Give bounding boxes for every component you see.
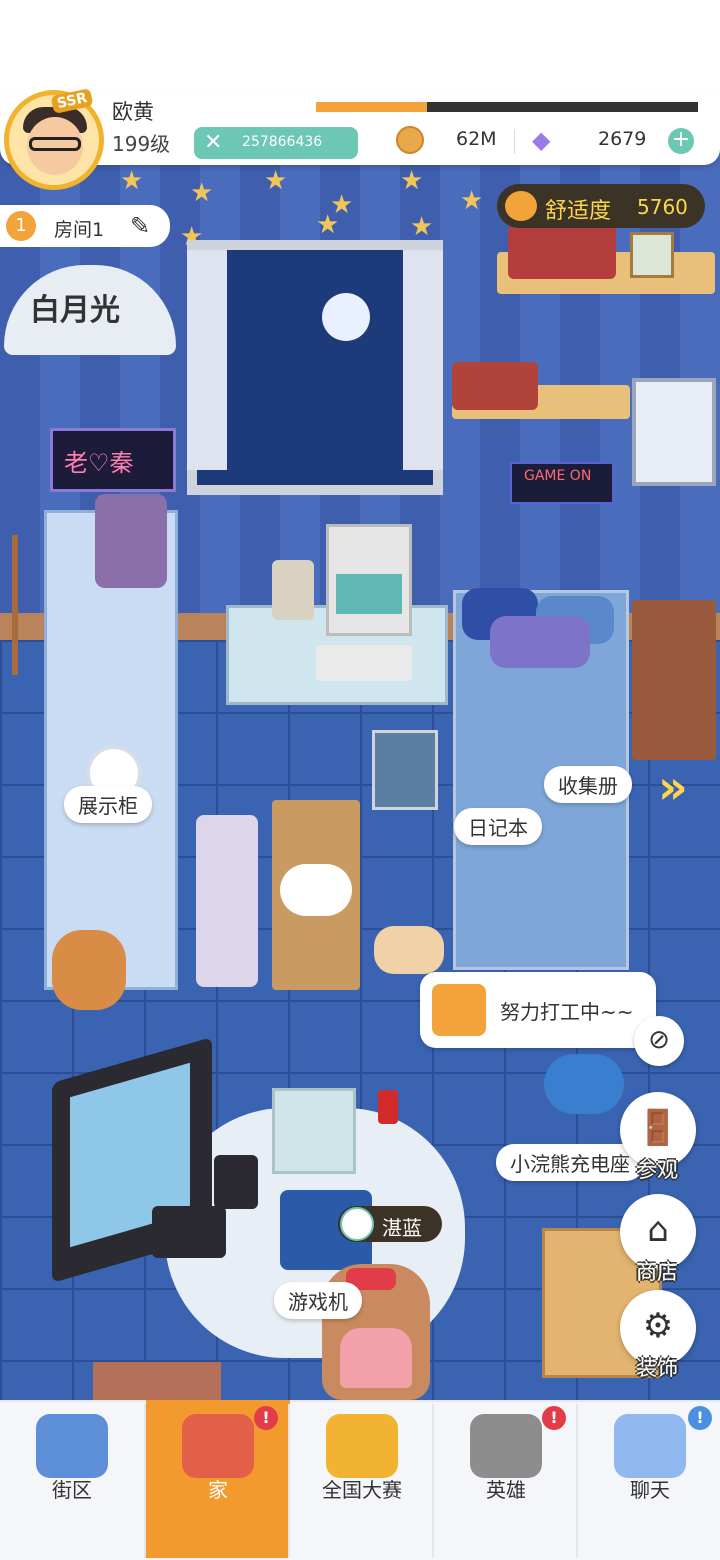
nav-label: 街区	[52, 1478, 92, 1502]
npc-name: 湛蓝	[382, 1216, 422, 1240]
raccoon-dress	[340, 1328, 412, 1388]
edit-icon[interactable]: ✎	[130, 212, 160, 240]
nav-label: 家	[208, 1478, 228, 1502]
hide-eye-icon[interactable]: ⊘	[634, 1016, 684, 1066]
npc-name-chip[interactable]: 湛蓝	[338, 1206, 442, 1242]
comfort-value: 5760	[637, 195, 688, 219]
nav-label: 英雄	[486, 1478, 526, 1502]
boombox[interactable]	[508, 225, 616, 279]
small-photo-frame[interactable]	[630, 232, 674, 278]
neon-sign-text: 老♡秦	[64, 449, 134, 477]
collection-book-label[interactable]: 收集册	[544, 766, 632, 803]
trophy-icon	[326, 1414, 398, 1478]
chat-alert-badge: !	[688, 1406, 712, 1430]
xp-bar-fill	[316, 102, 427, 112]
keyboard	[316, 645, 412, 681]
gem-icon: ◆	[532, 126, 551, 154]
sleeping-cat[interactable]	[280, 864, 352, 916]
game-machine-label[interactable]: 游戏机	[274, 1282, 362, 1319]
luck-icon	[340, 1207, 374, 1241]
work-status-bubble[interactable]: 努力打工中~~	[420, 972, 656, 1048]
arcade-joystick[interactable]	[272, 1088, 356, 1174]
gem-count: 2679	[598, 128, 647, 150]
portrait-frame[interactable]	[632, 378, 716, 486]
coin-count: 62M	[456, 128, 497, 150]
chat-icon	[614, 1414, 686, 1478]
game-console[interactable]	[152, 1206, 226, 1258]
display-cabinet-label[interactable]: 展示柜	[64, 786, 152, 823]
game-on-text: GAME ON	[524, 468, 592, 484]
bear-stool[interactable]	[52, 930, 126, 1010]
divider	[514, 130, 515, 154]
raccoon-charger[interactable]	[544, 1054, 624, 1114]
room-number: 1	[6, 211, 36, 241]
nav-divider	[288, 1404, 290, 1558]
briefcase-icon	[432, 984, 486, 1036]
nav-divider	[432, 1404, 434, 1558]
nav-item-street[interactable]: 街区	[0, 1400, 144, 1558]
star-decoration: ★	[460, 186, 484, 216]
status-bar-area	[0, 0, 720, 95]
nav-item-tournament[interactable]: 全国大赛	[290, 1400, 434, 1558]
gear-icon: ⚙	[642, 1306, 674, 1346]
door-icon: 🚪	[636, 1108, 680, 1148]
signpost-icon	[36, 1414, 108, 1478]
room-selector[interactable]: 1 房间1 ✎	[0, 205, 170, 247]
water-dispenser[interactable]	[196, 815, 258, 987]
heroes-alert-badge: !	[542, 1406, 566, 1430]
computer-screen	[336, 574, 402, 614]
star-decoration: ★	[120, 166, 144, 196]
visit-label: 参观	[636, 1158, 678, 1182]
star-decoration: ★	[264, 166, 288, 196]
drawer[interactable]	[93, 1362, 221, 1402]
slippers	[374, 926, 444, 974]
broom[interactable]	[12, 535, 18, 675]
avatar-glasses	[29, 137, 81, 151]
crossed-swords-icon: ✕	[204, 130, 223, 155]
nav-divider	[144, 1404, 146, 1558]
xp-bar	[316, 102, 698, 112]
home-alert-badge: !	[254, 1406, 278, 1430]
chevron-right-icon[interactable]: »	[658, 760, 708, 814]
house-icon	[182, 1414, 254, 1478]
charger-label[interactable]: 小浣熊充电座	[496, 1144, 644, 1181]
nav-label: 全国大赛	[322, 1478, 402, 1502]
nav-label: 聊天	[630, 1478, 670, 1502]
cards-icon	[470, 1414, 542, 1478]
player-name: 欧黄	[112, 100, 154, 124]
star-decoration: ★	[316, 210, 340, 240]
comfort-meter[interactable]: 舒适度 5760	[497, 184, 705, 228]
pillow	[490, 616, 590, 668]
combat-power[interactable]: ✕ 257866436	[194, 127, 358, 159]
shop-label: 商店	[636, 1260, 678, 1284]
coin-icon	[396, 126, 424, 154]
decorate-label: 装饰	[636, 1356, 678, 1380]
star-decoration: ★	[190, 178, 214, 208]
nav-divider	[576, 1404, 578, 1558]
add-currency-button[interactable]: +	[668, 128, 694, 154]
star-decoration: ★	[400, 166, 424, 196]
curtain-left	[187, 250, 227, 470]
toy-truck[interactable]	[452, 362, 538, 410]
soda-can	[378, 1090, 398, 1124]
work-status-text: 努力打工中~~	[500, 1000, 634, 1024]
room-name: 房间1	[54, 219, 105, 241]
raccoon-face-icon	[505, 191, 537, 221]
speaker	[214, 1155, 258, 1209]
shop-icon: ⌂	[647, 1210, 669, 1250]
player-level: 199级	[112, 132, 171, 156]
suitcase[interactable]	[95, 494, 167, 588]
combat-power-value: 257866436	[242, 134, 323, 150]
moon	[322, 293, 370, 341]
diary-label[interactable]: 日记本	[454, 808, 542, 845]
curtain-right	[403, 250, 443, 470]
fan-text: 白月光	[30, 293, 120, 328]
toy-robot[interactable]	[272, 560, 314, 620]
nightstand[interactable]	[632, 600, 716, 760]
small-cabinet[interactable]	[372, 730, 438, 810]
star-decoration: ★	[410, 212, 434, 242]
comfort-label: 舒适度	[545, 199, 612, 224]
